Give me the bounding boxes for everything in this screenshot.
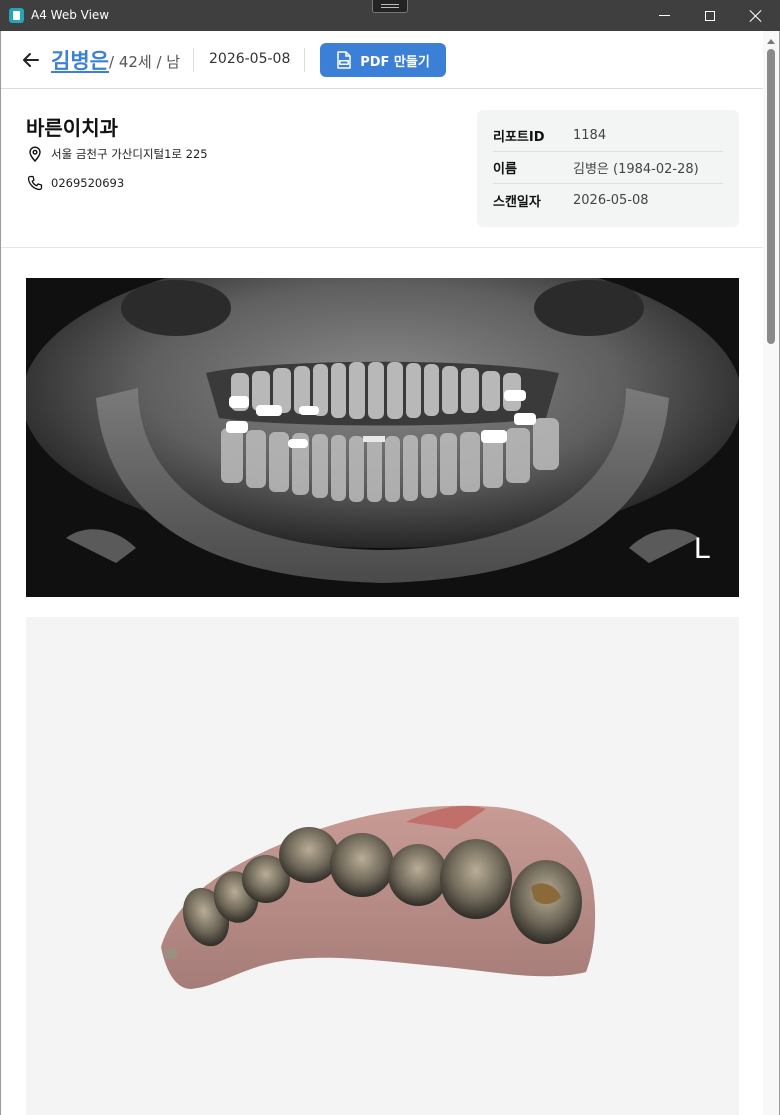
- window-titlebar[interactable]: A4 Web View: [0, 0, 780, 31]
- close-icon: [750, 10, 762, 22]
- report-scan-date-row: 스캔일자 2026-05-08: [493, 184, 723, 216]
- scroll-up-arrow-icon[interactable]: [767, 39, 775, 44]
- scan-date: 2026-05-08: [209, 51, 291, 67]
- report-name-value: 김병은 (1984-02-28): [573, 162, 699, 177]
- clinic-section: 바른이치과 서울 금천구 가산디지털1로 225 0269520693 리포트I…: [1, 90, 763, 248]
- app-icon: [9, 8, 24, 23]
- scrollbar-thumb[interactable]: [767, 49, 775, 344]
- drag-handle[interactable]: [372, 0, 408, 13]
- close-button[interactable]: [733, 0, 779, 31]
- scan-3d-drawing: [161, 805, 596, 989]
- header-divider: [193, 48, 194, 72]
- pdf-file-icon: [337, 51, 351, 69]
- vertical-scrollbar[interactable]: [763, 31, 779, 1115]
- report-name-label: 이름: [493, 162, 517, 177]
- header-divider: [304, 48, 305, 72]
- minimize-icon: [658, 15, 670, 16]
- patient-name-link[interactable]: 김병은: [51, 45, 109, 75]
- panoramic-xray-image: [26, 278, 739, 597]
- window-title: A4 Web View: [31, 8, 110, 22]
- report-scan-date-label: 스캔일자: [493, 194, 541, 210]
- intraoral-3d-scan-view[interactable]: [26, 617, 739, 1115]
- back-arrow-icon[interactable]: [21, 50, 41, 70]
- clinic-address: 서울 금천구 가산디지털1로 225: [51, 147, 208, 161]
- report-header: 김병은 / 42세 / 남 2026-05-08 PDF 만들기: [1, 31, 763, 89]
- report-id-label: 리포트ID: [493, 130, 545, 145]
- make-pdf-label: PDF 만들기: [360, 54, 430, 70]
- maximize-icon: [705, 10, 715, 21]
- location-pin-icon: [29, 146, 41, 162]
- maximize-button[interactable]: [687, 0, 733, 31]
- report-id-row: 리포트ID 1184: [493, 120, 723, 152]
- clinic-phone: 0269520693: [51, 176, 125, 190]
- minimize-button[interactable]: [641, 0, 687, 31]
- clinic-address-row: 서울 금천구 가산디지털1로 225: [27, 146, 208, 162]
- patient-age-gender: / 42세 / 남: [109, 53, 181, 71]
- xray-drawing: [26, 278, 739, 597]
- report-id-value: 1184: [573, 128, 607, 143]
- make-pdf-button[interactable]: PDF 만들기: [320, 43, 446, 77]
- report-info-card: 리포트ID 1184 이름 김병은 (1984-02-28) 스캔일자 2026…: [477, 110, 739, 227]
- report-scan-date-value: 2026-05-08: [573, 192, 649, 208]
- clinic-name: 바른이치과: [26, 116, 118, 140]
- phone-icon: [27, 175, 43, 191]
- clinic-phone-row: 0269520693: [27, 175, 124, 191]
- report-name-row: 이름 김병은 (1984-02-28): [493, 152, 723, 184]
- xray-side-marker: L: [694, 532, 711, 565]
